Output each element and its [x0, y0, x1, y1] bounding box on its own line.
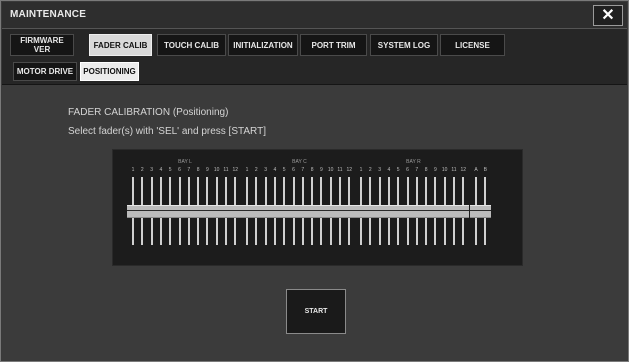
- instruction-text: Select fader(s) with 'SEL' and press [ST…: [68, 126, 266, 137]
- subtab-motor-drive[interactable]: MOTOR DRIVE: [13, 62, 77, 81]
- bay-label: BAY C: [292, 159, 307, 165]
- channel-number: 12: [460, 167, 467, 173]
- fader-strip[interactable]: [229, 177, 242, 245]
- title-bar: MAINTENANCE ✕: [2, 2, 627, 29]
- tab-touch-calib[interactable]: TOUCH CALIB: [157, 34, 226, 56]
- tab-license[interactable]: LICENSE: [440, 34, 505, 56]
- start-button[interactable]: START: [286, 289, 346, 334]
- close-icon: ✕: [601, 7, 615, 24]
- close-button[interactable]: ✕: [593, 5, 623, 26]
- channel-number: 12: [232, 167, 239, 173]
- content-area: FADER CALIBRATION (Positioning) Select f…: [2, 85, 627, 361]
- main-tabs: FIRMWARE VER FADER CALIB TOUCH CALIB INI…: [2, 29, 627, 59]
- fader-panel: BAY L 1 2 3 4 5 6 7 8 9 10 11 12 BAY C 1 2 3 4 5 6 7 8 9 10 11 12…: [112, 149, 523, 266]
- fader-strip[interactable]: [457, 177, 470, 245]
- bay-label: BAY L: [178, 159, 192, 165]
- tab-firmware-ver[interactable]: FIRMWARE VER: [10, 34, 74, 56]
- tab-system-log[interactable]: SYSTEM LOG: [370, 34, 438, 56]
- fader-knob[interactable]: [479, 205, 492, 218]
- tab-port-trim[interactable]: PORT TRIM: [300, 34, 367, 56]
- channel-number: B: [483, 167, 487, 173]
- subtab-positioning[interactable]: POSITIONING: [80, 62, 139, 81]
- channel-number: 12: [346, 167, 353, 173]
- fader-knob[interactable]: [229, 205, 242, 218]
- fader-strip[interactable]: [479, 177, 492, 245]
- maintenance-window: MAINTENANCE ✕ FIRMWARE VER FADER CALIB T…: [0, 0, 629, 362]
- fader-knob[interactable]: [343, 205, 356, 218]
- fader-knob[interactable]: [457, 205, 470, 218]
- bay-label: BAY R: [406, 159, 421, 165]
- window-title: MAINTENANCE: [10, 9, 87, 20]
- tab-fader-calib[interactable]: FADER CALIB: [89, 34, 152, 56]
- fader-strip[interactable]: [343, 177, 356, 245]
- sub-tabs: MOTOR DRIVE POSITIONING: [2, 59, 627, 85]
- instruction-heading: FADER CALIBRATION (Positioning): [68, 107, 229, 118]
- tab-initialization[interactable]: INITIALIZATION: [228, 34, 298, 56]
